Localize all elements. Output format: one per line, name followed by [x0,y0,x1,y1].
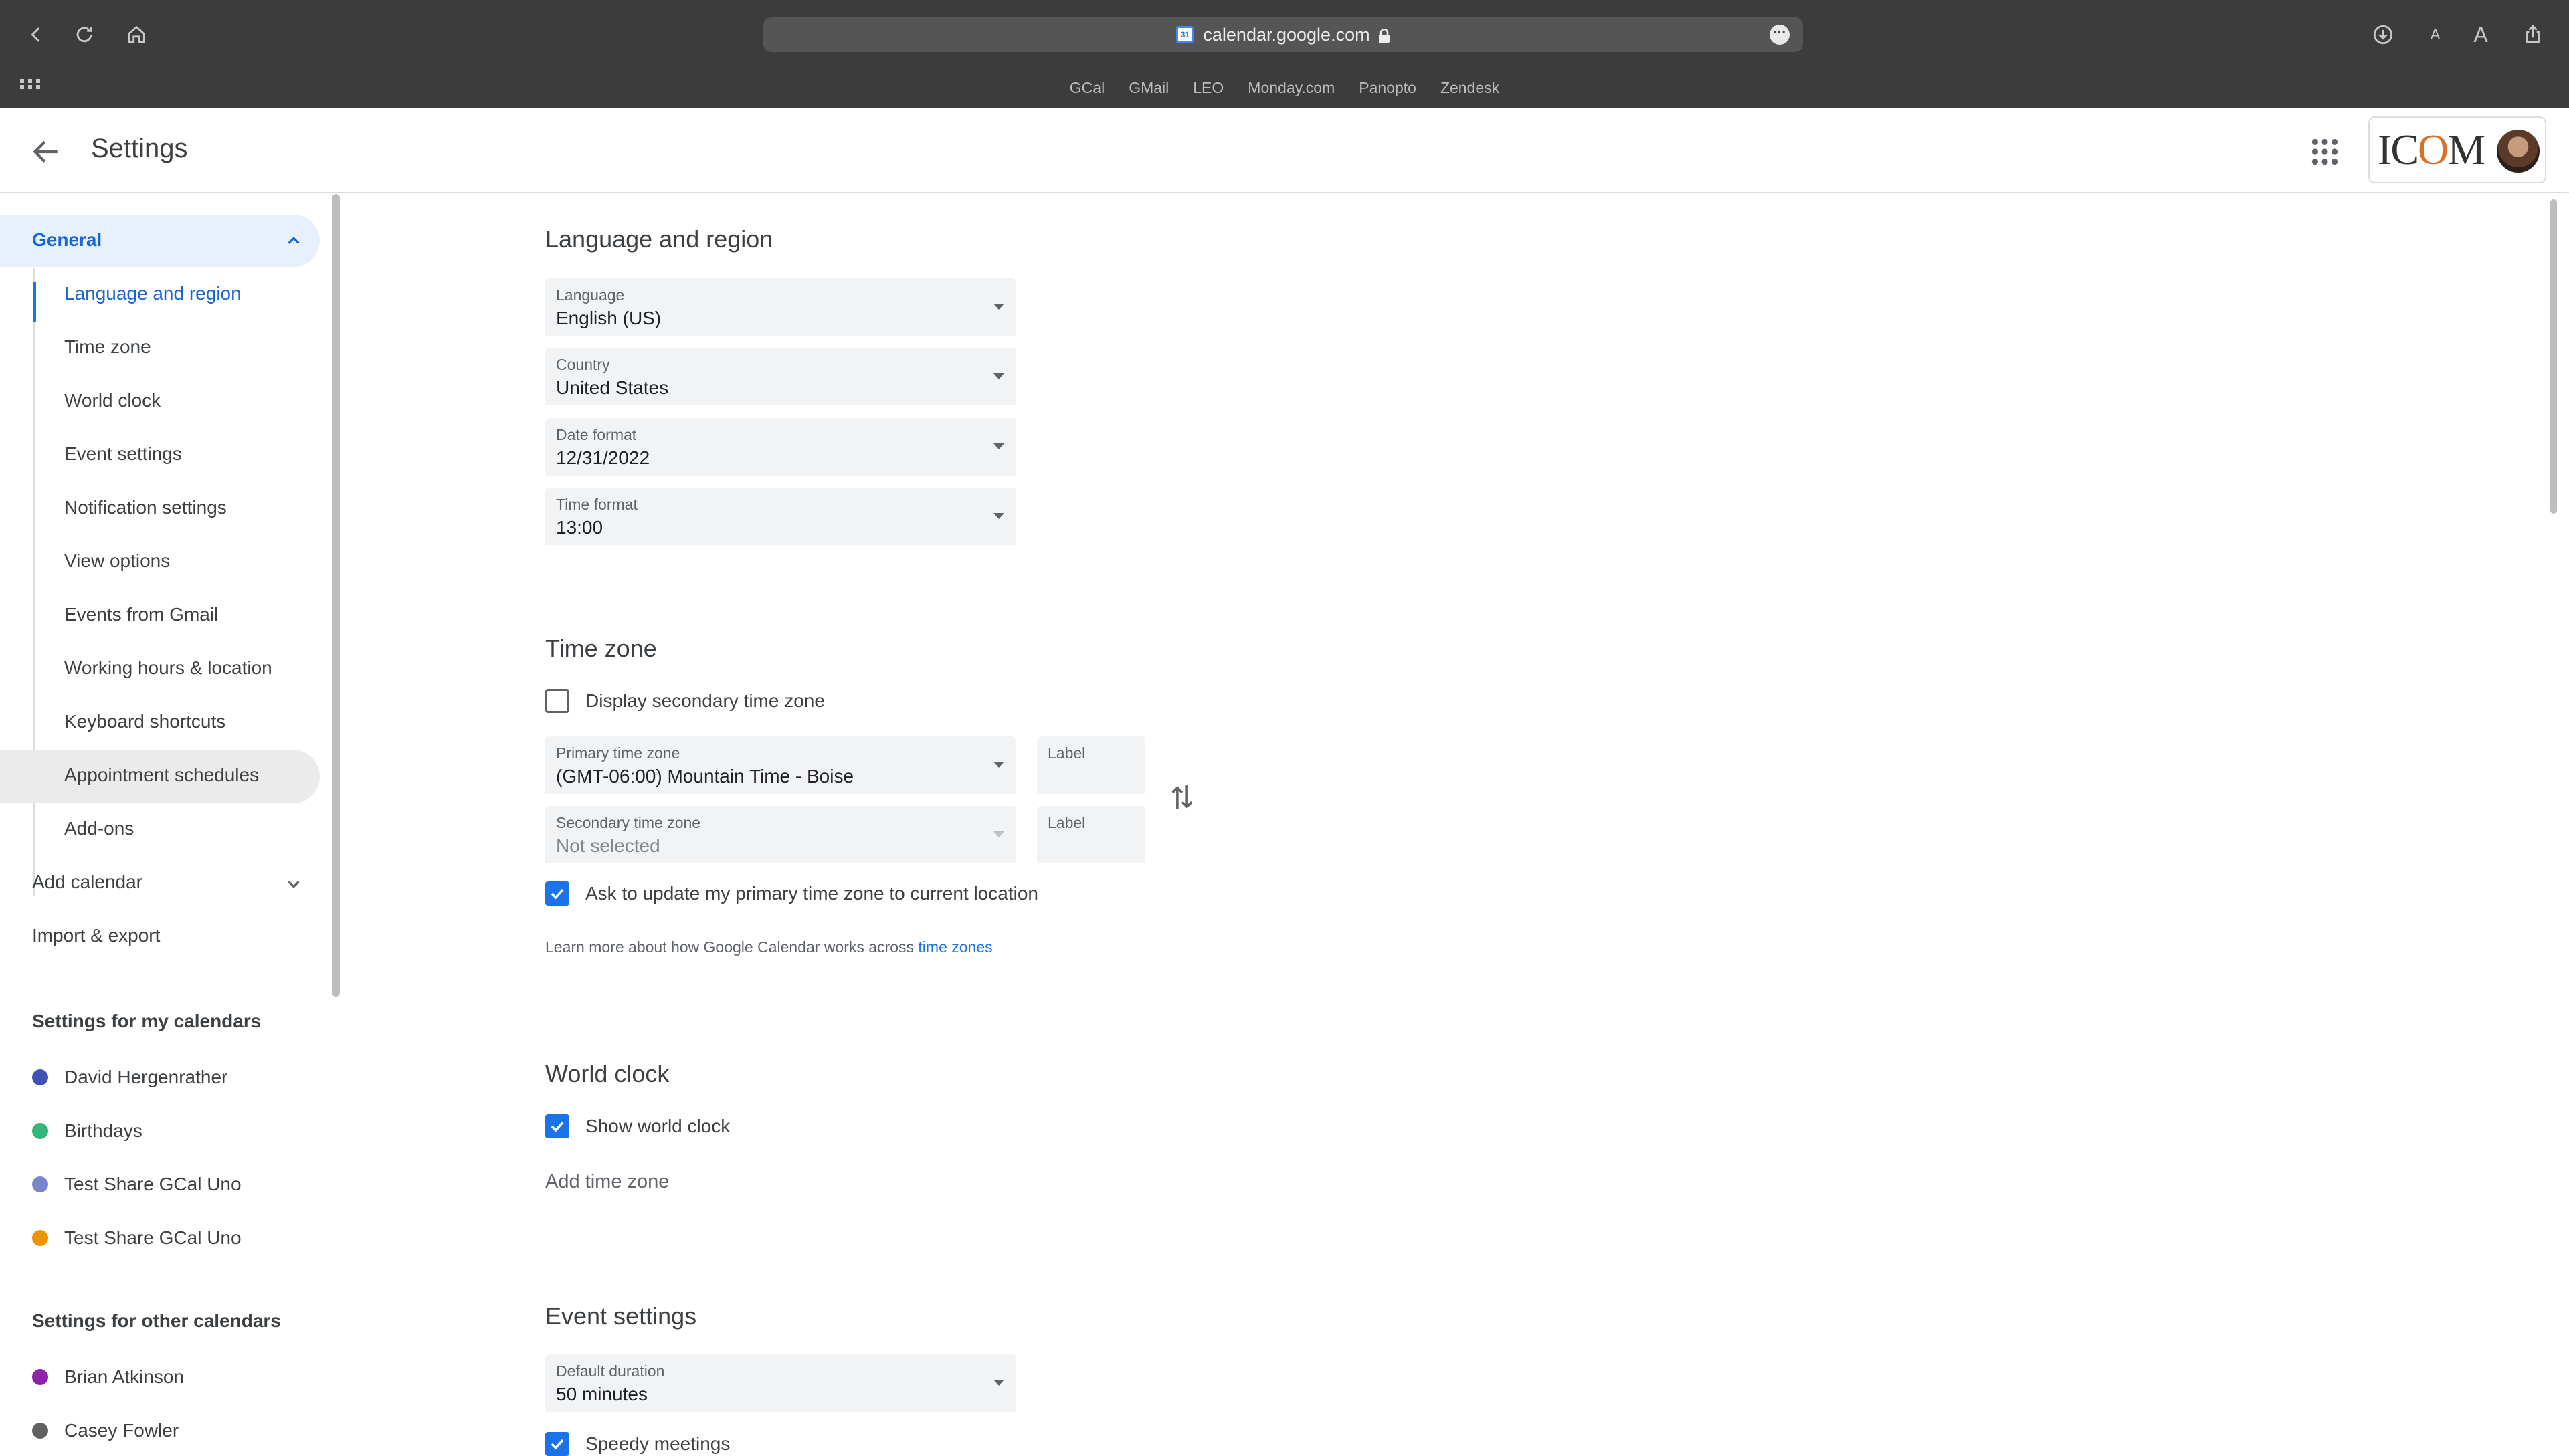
field-value: 50 minutes [556,1384,648,1405]
country-select[interactable]: Country United States [545,348,1016,405]
text-smaller-icon[interactable]: A [2419,19,2451,51]
field-label: Language [556,286,625,304]
primary-time-zone-select[interactable]: Primary time zone (GMT-06:00) Mountain T… [545,736,1016,794]
date-format-select[interactable]: Date format 12/31/2022 [545,418,1016,476]
language-select[interactable]: Language English (US) [545,278,1016,336]
page-title: Settings [91,134,188,163]
reload-icon[interactable] [68,19,100,51]
show-world-clock-checkbox[interactable] [545,1114,569,1138]
site-menu-icon[interactable]: ··· [1770,25,1790,45]
bookmark-zendesk[interactable]: Zendesk [1439,79,1501,97]
org-logo-text: ICOM [2378,126,2485,173]
display-secondary-checkbox[interactable] [545,689,569,713]
dropdown-arrow-icon [993,762,1004,768]
address-bar[interactable]: 31 calendar.google.com ··· [763,17,1803,52]
dropdown-arrow-icon [993,513,1004,519]
dropdown-arrow-icon [993,443,1004,449]
bookmark-monday[interactable]: Monday.com [1246,79,1336,97]
text-larger-icon[interactable]: A [2465,19,2497,51]
speedy-meetings-label: Speedy meetings [585,1433,731,1454]
field-value: 12/31/2022 [556,447,650,468]
time-format-select[interactable]: Time format 13:00 [545,488,1016,545]
speedy-meetings-checkbox[interactable] [545,1432,569,1456]
dropdown-arrow-icon [993,831,1004,837]
browser-toolbar: 31 calendar.google.com ··· A A GCal GMai… [0,0,2569,108]
url-text: calendar.google.com [1203,24,1370,45]
ask-update-checkbox[interactable] [545,881,569,906]
back-arrow-icon[interactable] [29,135,63,169]
calendar-favicon-icon: 31 [1176,26,1194,43]
ask-update-label: Ask to update my primary time zone to cu… [585,883,1038,904]
section-title-language-region: Language and region [545,225,773,253]
swap-time-zones-icon[interactable] [1167,781,1197,814]
display-secondary-label: Display secondary time zone [585,690,825,711]
field-label: Country [556,356,610,373]
learn-more-sentence: Learn more about how Google Calendar wor… [545,938,919,956]
settings-content: Language and region Language English (US… [0,193,2569,1456]
section-title-time-zone: Time zone [545,635,657,662]
share-icon[interactable] [2517,19,2549,51]
bookmark-gmail[interactable]: GMail [1127,79,1170,97]
back-icon[interactable] [20,19,52,51]
primary-label-input[interactable]: Label [1037,736,1145,794]
field-value: United States [556,377,669,398]
time-zones-link[interactable]: time zones [918,938,992,956]
show-world-clock-label: Show world clock [585,1116,731,1136]
add-time-zone-button[interactable]: Add time zone [545,1171,669,1193]
bookmark-leo[interactable]: LEO [1192,79,1225,97]
secondary-time-zone-select[interactable]: Secondary time zone Not selected [545,806,1016,863]
content-scrollbar[interactable] [2550,199,2557,514]
field-label: Default duration [556,1362,665,1380]
field-value: English (US) [556,308,662,328]
field-label: Secondary time zone [556,814,701,831]
bookmarks-bar: GCal GMail LEO Monday.com Panopto Zendes… [0,67,2569,108]
field-label: Primary time zone [556,744,680,762]
default-duration-select[interactable]: Default duration 50 minutes [545,1354,1016,1412]
field-label: Label [1048,744,1086,762]
account-logo[interactable]: ICOM [2368,116,2546,183]
dropdown-arrow-icon [993,304,1004,310]
settings-header: Settings ICOM [0,108,2569,193]
learn-more-text: Learn more about how Google Calendar wor… [545,938,993,956]
field-value: Not selected [556,835,660,856]
download-icon[interactable] [2367,19,2399,51]
section-title-world-clock: World clock [545,1060,670,1087]
field-value: 13:00 [556,517,603,538]
field-label: Date format [556,426,637,443]
home-icon[interactable] [120,19,153,51]
bookmark-gcal[interactable]: GCal [1068,79,1106,97]
dropdown-arrow-icon [993,373,1004,379]
google-apps-icon[interactable] [2308,135,2342,169]
field-label: Time format [556,496,638,513]
lock-icon [1378,27,1390,43]
bookmark-panopto[interactable]: Panopto [1357,79,1418,97]
field-value: (GMT-06:00) Mountain Time - Boise [556,766,854,787]
dropdown-arrow-icon [993,1380,1004,1386]
secondary-label-input[interactable]: Label [1037,806,1145,863]
section-title-event-settings: Event settings [545,1302,697,1330]
avatar[interactable] [2497,130,2540,173]
field-label: Label [1048,814,1086,831]
